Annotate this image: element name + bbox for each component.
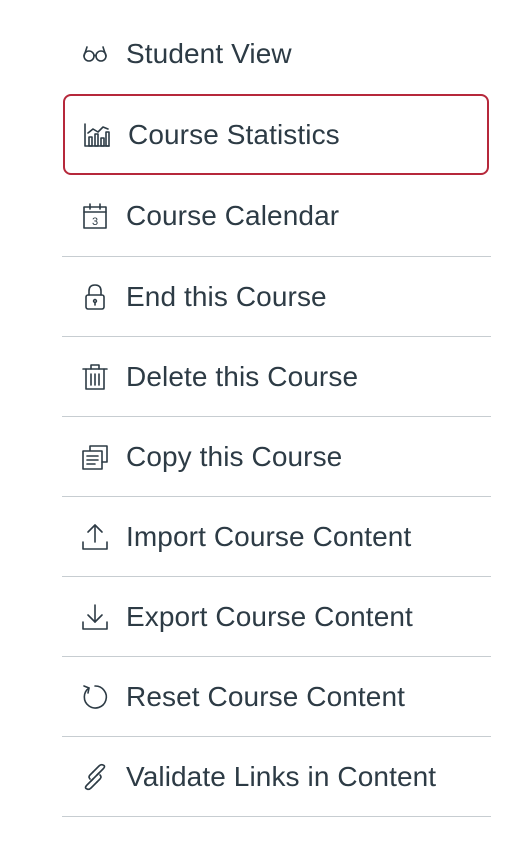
import-content-label: Import Course Content xyxy=(126,520,412,552)
course-statistics-button[interactable]: Course Statistics xyxy=(63,94,489,175)
copy-course-button[interactable]: Copy this Course xyxy=(62,417,491,497)
validate-links-label: Validate Links in Content xyxy=(126,760,437,792)
calendar-day-number: 3 xyxy=(92,216,98,228)
import-content-button[interactable]: Import Course Content xyxy=(62,497,491,577)
course-statistics-label: Course Statistics xyxy=(128,118,340,150)
link-icon xyxy=(80,762,110,792)
delete-course-label: Delete this Course xyxy=(126,360,359,392)
validate-links-button[interactable]: Validate Links in Content xyxy=(62,737,491,817)
export-content-label: Export Course Content xyxy=(126,600,413,632)
lock-icon xyxy=(80,282,110,312)
reset-icon xyxy=(80,682,110,712)
calendar-icon: 3 xyxy=(80,201,110,231)
trash-icon xyxy=(80,362,110,392)
upload-icon xyxy=(80,522,110,552)
export-content-button[interactable]: Export Course Content xyxy=(62,577,491,657)
download-icon xyxy=(80,602,110,632)
reset-content-label: Reset Course Content xyxy=(126,680,406,712)
statistics-icon xyxy=(82,120,112,150)
copy-course-label: Copy this Course xyxy=(126,440,343,472)
copy-icon xyxy=(80,442,110,472)
delete-course-button[interactable]: Delete this Course xyxy=(62,337,491,417)
course-calendar-label: Course Calendar xyxy=(126,199,340,231)
end-course-button[interactable]: End this Course xyxy=(62,257,491,337)
glasses-icon xyxy=(80,39,110,69)
student-view-button[interactable]: Student View xyxy=(62,14,491,94)
end-course-label: End this Course xyxy=(126,280,327,312)
course-actions-menu: Student View Course Statistics 3 Course … xyxy=(62,14,491,817)
course-calendar-button[interactable]: 3 Course Calendar xyxy=(62,175,491,257)
student-view-label: Student View xyxy=(126,38,292,69)
reset-content-button[interactable]: Reset Course Content xyxy=(62,657,491,737)
